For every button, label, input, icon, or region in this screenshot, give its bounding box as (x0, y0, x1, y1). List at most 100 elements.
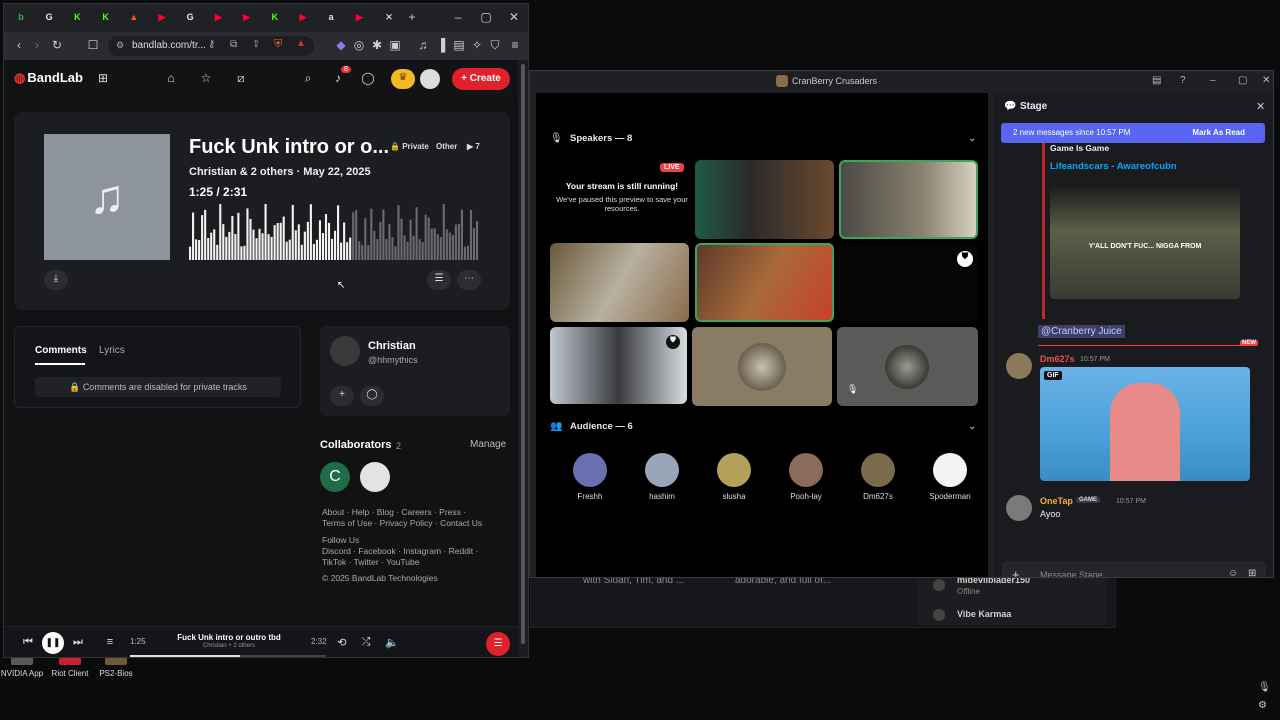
share-icon[interactable]: ⇪ (252, 39, 260, 50)
apps-icon[interactable]: ⊞ (95, 71, 111, 85)
user-avatar[interactable] (1006, 495, 1032, 521)
star-icon[interactable]: ☆ (198, 71, 214, 85)
audience-member[interactable]: Pooh-lay (780, 453, 832, 501)
apps-icon[interactable]: ⊞ (1248, 568, 1256, 577)
tab-9[interactable]: ▶ (240, 10, 254, 24)
maximize-button[interactable]: ▢ (1238, 75, 1247, 86)
brave-shield-icon[interactable]: ⛨ (274, 38, 282, 51)
close-tab-icon[interactable]: ✕ (382, 10, 396, 24)
tab-11[interactable]: ▶ (296, 10, 310, 24)
menu-icon[interactable]: ≡ (508, 38, 522, 52)
message-author[interactable]: OneTap (1040, 496, 1073, 506)
membership-crown-icon[interactable]: ♛ (391, 69, 415, 89)
media-icon[interactable]: ♫ (416, 38, 430, 52)
emoji-icon[interactable]: ☺ (1228, 568, 1238, 577)
mini-track-title[interactable]: Fuck Unk intro or outro tbd (154, 633, 304, 642)
tab-5[interactable]: ▲ (127, 10, 141, 24)
chat-icon[interactable]: ◯ (360, 71, 376, 85)
tab-1[interactable]: b (14, 10, 28, 24)
bookmark-icon[interactable]: ☐ (86, 38, 100, 52)
tab-10[interactable]: K (268, 10, 282, 24)
audience-member[interactable]: Spoderman (924, 453, 976, 501)
tab-lyrics[interactable]: Lyrics (99, 345, 125, 356)
footer-social-1[interactable]: Discord · Facebook · Instagram · Reddit … (322, 546, 478, 556)
maximize-button[interactable]: ▢ (478, 10, 494, 24)
forward-icon[interactable]: › (30, 38, 44, 52)
footer-social-2[interactable]: TikTok · Twitter · YouTube (322, 557, 419, 567)
site-info-icon[interactable]: ⚙ (116, 40, 124, 51)
bandlab-logo[interactable]: ◍ BandLab (14, 70, 83, 86)
message-button[interactable]: ◯ (360, 386, 384, 406)
queue-icon[interactable]: ≡ (102, 636, 118, 648)
back-icon[interactable]: ‹ (12, 38, 26, 52)
speaker-video-tile[interactable]: ⛊ (839, 243, 978, 322)
inbox-icon[interactable]: ▤ (1152, 75, 1161, 86)
new-tab-button[interactable]: + (404, 10, 420, 24)
close-icon[interactable]: ✕ (1256, 100, 1265, 113)
tab-13[interactable]: ▶ (352, 10, 366, 24)
shuffle-icon[interactable]: ⤮ (358, 636, 374, 649)
download-button[interactable]: ⤓ (44, 270, 68, 290)
tab-comments[interactable]: Comments (35, 345, 87, 356)
queue-button[interactable]: ☰ (486, 632, 510, 656)
pause-button[interactable]: ❚❚ (42, 632, 64, 654)
footer-links-2[interactable]: Terms of Use · Privacy Policy · Contact … (322, 518, 482, 528)
speaker-video-tile[interactable] (695, 243, 834, 322)
gif-attachment[interactable]: GIF (1040, 367, 1250, 481)
new-messages-bar[interactable]: 2 new messages since 10:57 PM Mark As Re… (1001, 123, 1265, 143)
speaker-video-tile[interactable] (695, 160, 834, 239)
settings-button[interactable]: ☰ (427, 270, 451, 290)
minimize-button[interactable]: – (450, 10, 466, 24)
speaker-avatar-tile[interactable] (692, 327, 832, 406)
tab-4[interactable]: K (99, 10, 113, 24)
collaborator-avatar[interactable]: C (320, 462, 350, 492)
ai-icon[interactable]: ✧ (470, 38, 484, 52)
speaker-video-tile[interactable]: ⛊ (550, 327, 687, 404)
footer-links-1[interactable]: About · Help · Blog · Careers · Press · (322, 507, 466, 517)
message-author[interactable]: Dm627s (1040, 354, 1075, 364)
settings-icon[interactable]: ⚙ (1258, 700, 1267, 711)
next-icon[interactable]: ⏭ (70, 636, 86, 649)
mic-icon[interactable]: 🎙 (1258, 682, 1271, 693)
extension-icon[interactable]: ◎ (352, 38, 366, 52)
add-attachment-icon[interactable]: + (1012, 567, 1020, 577)
track-byline[interactable]: Christian & 2 others · May 22, 2025 (189, 166, 371, 178)
chevron-down-icon[interactable]: ⌄ (968, 133, 976, 144)
tab-7[interactable]: G (183, 10, 197, 24)
audience-member[interactable]: hashim (636, 453, 688, 501)
tab-12[interactable]: a (324, 10, 338, 24)
embed-video-thumbnail[interactable]: Y'ALL DON'T FUC... NIGGA FROM (1050, 185, 1240, 299)
tab-8[interactable]: ▶ (211, 10, 225, 24)
audience-member[interactable]: Dm627s (852, 453, 904, 501)
search-icon[interactable]: ⌕ (300, 71, 316, 86)
collaborator-avatar[interactable] (360, 462, 390, 492)
speaker-video-tile[interactable] (550, 243, 689, 322)
manage-link[interactable]: Manage (470, 439, 506, 450)
address-bar[interactable]: ⚙ bandlab.com/tr... ⚷ ⧉ ⇪ ⛨ ▲ (108, 36, 314, 56)
previous-icon[interactable]: ⏮ (20, 636, 36, 649)
desktop-icon-ps2bios[interactable]: PS2-Bios (86, 655, 146, 678)
extensions-icon[interactable]: ✱ (370, 38, 384, 52)
vpn-icon[interactable]: ⛉ (488, 38, 502, 53)
tab-2[interactable]: G (42, 10, 56, 24)
speaker-avatar-tile[interactable]: 🎙 (837, 327, 978, 406)
minimize-button[interactable]: – (1210, 75, 1216, 86)
speaker-video-tile[interactable] (839, 160, 978, 239)
volume-icon[interactable]: 🔈 (384, 636, 400, 649)
close-window-button[interactable]: ✕ (1262, 75, 1270, 86)
mini-progress-bar[interactable] (130, 655, 326, 657)
library-icon[interactable]: ⧄ (233, 71, 249, 86)
embed-link[interactable]: Lifeandscars - Awareofcubn (1050, 161, 1177, 172)
close-window-button[interactable]: ✕ (506, 10, 522, 24)
page-scrollbar[interactable] (518, 60, 528, 657)
user-avatar[interactable] (1006, 353, 1032, 379)
audience-member[interactable]: slusha (708, 453, 760, 501)
tab-6[interactable]: ▶ (155, 10, 169, 24)
home-icon[interactable]: ⌂ (163, 71, 179, 85)
leo-icon[interactable]: ◆ (334, 38, 348, 52)
mark-as-read-button[interactable]: Mark As Read (1192, 128, 1245, 137)
audience-member[interactable]: Freshh (564, 453, 616, 501)
sidebar-icon[interactable]: ▐ (434, 38, 448, 52)
waveform[interactable] (189, 204, 479, 260)
follow-button[interactable]: + (330, 386, 354, 406)
